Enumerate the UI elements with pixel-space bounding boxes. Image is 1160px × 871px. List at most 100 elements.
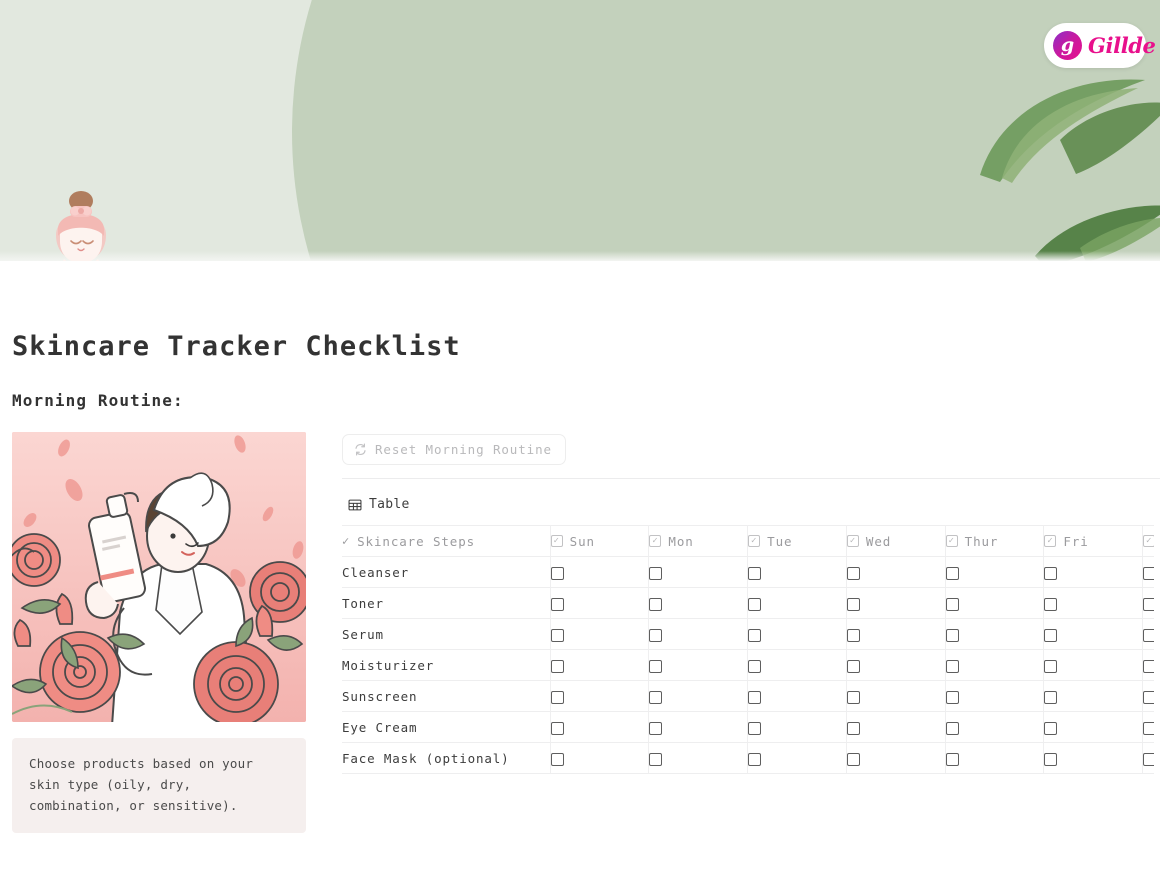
- checkbox-unchecked-icon[interactable]: [649, 597, 663, 611]
- checkbox-cell-tue[interactable]: [747, 742, 847, 774]
- checkbox-unchecked-icon[interactable]: [649, 752, 663, 766]
- checkbox-cell-tue[interactable]: [747, 680, 847, 712]
- checkbox-unchecked-icon[interactable]: [748, 659, 762, 673]
- checkbox-cell-tue[interactable]: [747, 556, 847, 588]
- column-header-mon[interactable]: ✓ Mon: [648, 525, 749, 557]
- checkbox-unchecked-icon[interactable]: [748, 752, 762, 766]
- checkbox-unchecked-icon[interactable]: [649, 659, 663, 673]
- checkbox-unchecked-icon[interactable]: [550, 597, 564, 611]
- checkbox-unchecked-icon[interactable]: [945, 597, 959, 611]
- reset-morning-routine-button[interactable]: Reset Morning Routine: [342, 434, 566, 465]
- checkbox-cell-thur[interactable]: [945, 618, 1045, 650]
- checkbox-unchecked-icon[interactable]: [1044, 721, 1058, 735]
- column-header-tue[interactable]: ✓ Tue: [747, 525, 847, 557]
- checkbox-cell-thur[interactable]: [945, 680, 1045, 712]
- checkbox-unchecked-icon[interactable]: [748, 597, 762, 611]
- checkbox-cell-tue[interactable]: [747, 587, 847, 619]
- step-label[interactable]: Eye Cream: [342, 711, 551, 743]
- checkbox-cell-wed[interactable]: [846, 711, 946, 743]
- checkbox-cell-sun[interactable]: [550, 649, 650, 681]
- checkbox-unchecked-icon[interactable]: [1143, 659, 1154, 673]
- checkbox-unchecked-icon[interactable]: [846, 628, 860, 642]
- checkbox-cell-mon[interactable]: [648, 618, 749, 650]
- checkbox-unchecked-icon[interactable]: [846, 597, 860, 611]
- checkbox-unchecked-icon[interactable]: [846, 690, 860, 704]
- checkbox-cell-sat[interactable]: [1142, 680, 1154, 712]
- checkbox-unchecked-icon[interactable]: [1044, 628, 1058, 642]
- checkbox-unchecked-icon[interactable]: [748, 721, 762, 735]
- checkbox-cell-tue[interactable]: [747, 711, 847, 743]
- column-header-sun[interactable]: ✓ Sun: [550, 525, 650, 557]
- checkbox-unchecked-icon[interactable]: [1044, 659, 1058, 673]
- checkbox-cell-sun[interactable]: [550, 587, 650, 619]
- checkbox-cell-mon[interactable]: [648, 742, 749, 774]
- checkbox-unchecked-icon[interactable]: [1044, 597, 1058, 611]
- checkbox-unchecked-icon[interactable]: [550, 659, 564, 673]
- checkbox-unchecked-icon[interactable]: [550, 566, 564, 580]
- checkbox-unchecked-icon[interactable]: [649, 721, 663, 735]
- checkbox-unchecked-icon[interactable]: [1143, 628, 1154, 642]
- checkbox-unchecked-icon[interactable]: [649, 628, 663, 642]
- checkbox-cell-wed[interactable]: [846, 618, 946, 650]
- step-label[interactable]: Face Mask (optional): [342, 742, 551, 774]
- checkbox-cell-wed[interactable]: [846, 649, 946, 681]
- step-label[interactable]: Toner: [342, 587, 551, 619]
- step-label[interactable]: Sunscreen: [342, 680, 551, 712]
- checkbox-cell-thur[interactable]: [945, 649, 1045, 681]
- checkbox-cell-sat[interactable]: [1142, 649, 1154, 681]
- checkbox-cell-wed[interactable]: [846, 556, 946, 588]
- table-scroll-area[interactable]: ✓ Skincare Steps ✓ Sun ✓ Mon ✓ Tue ✓ Wed…: [342, 525, 1154, 774]
- checkbox-cell-thur[interactable]: [945, 587, 1045, 619]
- step-label[interactable]: Cleanser: [342, 556, 551, 588]
- checkbox-cell-fri[interactable]: [1043, 587, 1144, 619]
- column-header-fri[interactable]: ✓ Fri: [1043, 525, 1144, 557]
- checkbox-cell-sat[interactable]: [1142, 711, 1154, 743]
- checkbox-unchecked-icon[interactable]: [1143, 566, 1154, 580]
- step-label[interactable]: Moisturizer: [342, 649, 551, 681]
- checkbox-cell-mon[interactable]: [648, 680, 749, 712]
- checkbox-unchecked-icon[interactable]: [550, 690, 564, 704]
- checkbox-unchecked-icon[interactable]: [846, 721, 860, 735]
- checkbox-cell-fri[interactable]: [1043, 618, 1144, 650]
- checkbox-cell-tue[interactable]: [747, 649, 847, 681]
- checkbox-unchecked-icon[interactable]: [846, 659, 860, 673]
- checkbox-unchecked-icon[interactable]: [1044, 566, 1058, 580]
- checkbox-cell-sun[interactable]: [550, 556, 650, 588]
- checkbox-unchecked-icon[interactable]: [748, 628, 762, 642]
- checkbox-cell-sun[interactable]: [550, 680, 650, 712]
- checkbox-cell-wed[interactable]: [846, 587, 946, 619]
- checkbox-cell-fri[interactable]: [1043, 556, 1144, 588]
- checkbox-unchecked-icon[interactable]: [945, 752, 959, 766]
- checkbox-cell-sat[interactable]: [1142, 556, 1154, 588]
- checkbox-cell-fri[interactable]: [1043, 742, 1144, 774]
- checkbox-cell-mon[interactable]: [648, 649, 749, 681]
- checkbox-unchecked-icon[interactable]: [649, 690, 663, 704]
- checkbox-unchecked-icon[interactable]: [748, 566, 762, 580]
- checkbox-unchecked-icon[interactable]: [1143, 597, 1154, 611]
- checkbox-unchecked-icon[interactable]: [1143, 752, 1154, 766]
- checkbox-cell-fri[interactable]: [1043, 680, 1144, 712]
- checkbox-unchecked-icon[interactable]: [1143, 690, 1154, 704]
- checkbox-unchecked-icon[interactable]: [550, 752, 564, 766]
- checkbox-cell-sun[interactable]: [550, 618, 650, 650]
- checkbox-unchecked-icon[interactable]: [945, 659, 959, 673]
- checkbox-cell-tue[interactable]: [747, 618, 847, 650]
- column-header-wed[interactable]: ✓ Wed: [846, 525, 946, 557]
- step-label[interactable]: Serum: [342, 618, 551, 650]
- checkbox-cell-wed[interactable]: [846, 742, 946, 774]
- checkbox-unchecked-icon[interactable]: [945, 721, 959, 735]
- checkbox-cell-thur[interactable]: [945, 556, 1045, 588]
- checkbox-cell-thur[interactable]: [945, 711, 1045, 743]
- checkbox-unchecked-icon[interactable]: [945, 566, 959, 580]
- checkbox-unchecked-icon[interactable]: [945, 690, 959, 704]
- checkbox-cell-mon[interactable]: [648, 556, 749, 588]
- checkbox-unchecked-icon[interactable]: [846, 752, 860, 766]
- checkbox-unchecked-icon[interactable]: [550, 721, 564, 735]
- checkbox-cell-sun[interactable]: [550, 742, 650, 774]
- checkbox-cell-mon[interactable]: [648, 587, 749, 619]
- column-header-sat[interactable]: ✓ Sat: [1142, 525, 1154, 557]
- column-header-thur[interactable]: ✓ Thur: [945, 525, 1045, 557]
- gillde-logo[interactable]: g Gillde: [1044, 23, 1156, 68]
- checkbox-cell-sun[interactable]: [550, 711, 650, 743]
- checkbox-unchecked-icon[interactable]: [1143, 721, 1154, 735]
